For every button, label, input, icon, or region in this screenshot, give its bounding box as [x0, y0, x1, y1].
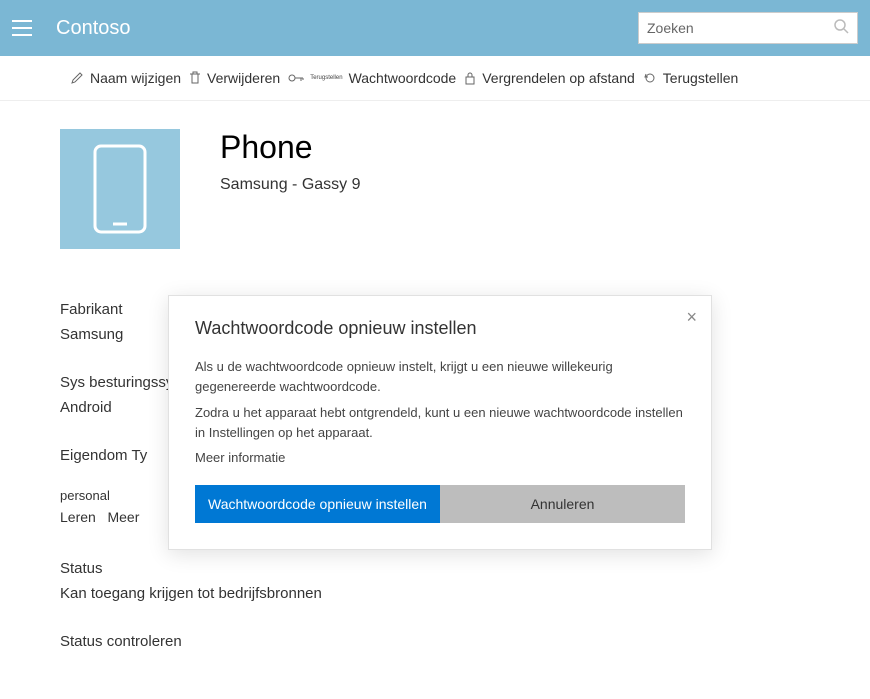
delete-button[interactable]: Verwijderen — [189, 70, 280, 86]
device-title: Phone — [220, 129, 361, 166]
remote-lock-button[interactable]: Vergrendelen op afstand — [464, 70, 635, 86]
device-toolbar: Naam wijzigen Verwijderen Terugstellen W… — [0, 56, 870, 101]
search-input[interactable] — [647, 20, 833, 36]
remote-lock-label: Vergrendelen op afstand — [482, 70, 635, 86]
more-link[interactable]: Meer — [107, 509, 139, 525]
status-value: Kan toegang krijgen tot bedrijfsbronnen — [60, 583, 810, 606]
reset-tiny-label: Terugstellen — [310, 75, 342, 81]
learn-link[interactable]: Leren — [60, 509, 96, 525]
trash-icon — [189, 71, 201, 85]
passcode-label: Wachtwoordcode — [349, 70, 457, 86]
device-subtitle: Samsung - Gassy 9 — [220, 176, 361, 194]
search-box[interactable] — [638, 12, 858, 44]
reset-icon — [643, 71, 657, 85]
dialog-body-2: Zodra u het apparaat hebt ontgrendeld, k… — [195, 403, 685, 443]
hamburger-icon[interactable] — [12, 20, 32, 36]
app-header: Contoso — [0, 0, 870, 56]
dialog-body-1: Als u de wachtwoordcode opnieuw instelt,… — [195, 357, 685, 397]
close-icon[interactable]: × — [686, 308, 697, 326]
reset-button[interactable]: Terugstellen — [643, 70, 739, 86]
device-tile — [60, 129, 180, 249]
dialog-title: Wachtwoordcode opnieuw instellen — [195, 318, 685, 339]
search-icon[interactable] — [833, 18, 849, 39]
status-label: Status — [60, 558, 810, 581]
rename-label: Naam wijzigen — [90, 70, 181, 86]
reset-passcode-dialog: × Wachtwoordcode opnieuw instellen Als u… — [168, 295, 712, 550]
device-header: Phone Samsung - Gassy 9 — [60, 129, 810, 249]
key-icon — [288, 71, 304, 85]
check-status-link[interactable]: Status controleren — [60, 631, 810, 654]
reset-label: Terugstellen — [663, 70, 739, 86]
dialog-buttons: Wachtwoordcode opnieuw instellen Annuler… — [195, 485, 685, 523]
cancel-button[interactable]: Annuleren — [440, 485, 685, 523]
ownership-label: Eigendom Ty — [60, 447, 147, 464]
delete-label: Verwijderen — [207, 70, 280, 86]
pencil-icon — [70, 71, 84, 85]
lock-icon — [464, 71, 476, 85]
more-info-link[interactable]: Meer informatie — [195, 450, 685, 465]
phone-icon — [93, 144, 147, 234]
passcode-button[interactable]: Terugstellen Wachtwoordcode — [288, 70, 456, 86]
rename-button[interactable]: Naam wijzigen — [70, 70, 181, 86]
confirm-button[interactable]: Wachtwoordcode opnieuw instellen — [195, 485, 440, 523]
app-title: Contoso — [56, 17, 638, 40]
